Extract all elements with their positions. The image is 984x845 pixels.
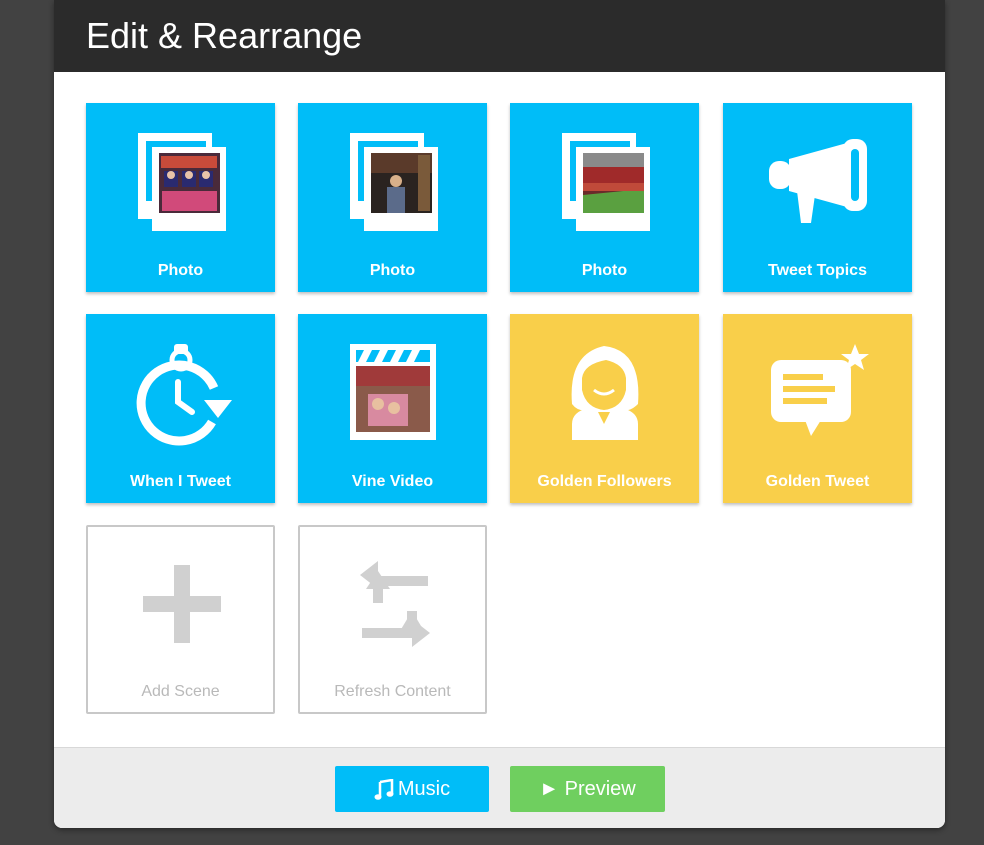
scene-tile-golden-tweet[interactable]: Golden Tweet bbox=[723, 314, 912, 503]
scene-tile-photo-1[interactable]: Photo bbox=[86, 103, 275, 292]
scene-tile-vine-video[interactable]: Vine Video bbox=[298, 314, 487, 503]
speech-bubble-star-icon bbox=[771, 344, 869, 436]
preview-button[interactable]: ► Preview bbox=[510, 766, 665, 812]
photo-stack-icon bbox=[350, 133, 438, 231]
scene-tile-tweet-topics[interactable]: Tweet Topics bbox=[723, 103, 912, 292]
music-button[interactable]: Music bbox=[335, 766, 489, 812]
add-scene-button[interactable]: Add Scene bbox=[86, 525, 275, 714]
tile-label: Golden Tweet bbox=[765, 473, 870, 490]
edit-rearrange-panel: Edit & Rearrange Photo Photo Photo Tweet… bbox=[54, 0, 945, 828]
plus-icon bbox=[143, 565, 221, 643]
tile-label: Tweet Topics bbox=[768, 262, 867, 279]
tile-label: Photo bbox=[157, 262, 204, 279]
clock-refresh-icon bbox=[136, 344, 232, 446]
footer-toolbar: Music ► Preview bbox=[54, 747, 945, 828]
megaphone-icon bbox=[769, 139, 867, 223]
scene-tile-golden-followers[interactable]: Golden Followers bbox=[510, 314, 699, 503]
photo-stack-icon bbox=[562, 133, 650, 231]
person-icon bbox=[571, 346, 639, 440]
preview-button-label: ► Preview bbox=[539, 778, 636, 800]
scene-tile-photo-3[interactable]: Photo bbox=[510, 103, 699, 292]
photo-stack-icon bbox=[138, 133, 226, 231]
tile-label: Photo bbox=[369, 262, 416, 279]
refresh-arrows-icon bbox=[360, 561, 430, 647]
tile-label: Golden Followers bbox=[537, 473, 672, 490]
video-clapper-icon bbox=[350, 344, 436, 440]
scene-tile-photo-2[interactable]: Photo bbox=[298, 103, 487, 292]
tile-label: Refresh Content bbox=[334, 683, 451, 700]
scene-tile-when-i-tweet[interactable]: When I Tweet bbox=[86, 314, 275, 503]
tile-label: When I Tweet bbox=[129, 473, 232, 490]
refresh-content-button[interactable]: Refresh Content bbox=[298, 525, 487, 714]
music-note-icon bbox=[374, 778, 394, 800]
tile-label: Vine Video bbox=[351, 473, 434, 490]
panel-title: Edit & Rearrange bbox=[54, 0, 945, 72]
music-button-label: Music bbox=[397, 778, 451, 800]
tile-label: Photo bbox=[581, 262, 628, 279]
tile-label: Add Scene bbox=[141, 683, 220, 700]
